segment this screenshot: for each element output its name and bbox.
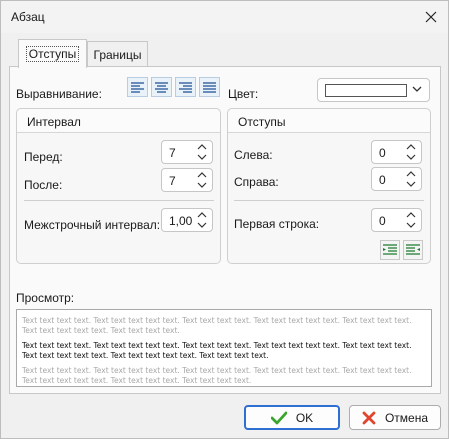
divider (24, 200, 214, 201)
first-line-label: Первая строка: (234, 217, 320, 231)
increase-indent-button[interactable] (403, 240, 423, 260)
right-indent-value: 0 (379, 173, 386, 187)
indent-group: Отступы Слева: 0 Справа: 0 Первая строка… (227, 108, 431, 264)
indent-group-header: Отступы (228, 109, 430, 133)
align-left-button[interactable] (127, 77, 148, 97)
cancel-cross-icon (362, 411, 376, 424)
after-value: 7 (169, 174, 176, 188)
spin-arrows-icon[interactable] (405, 170, 417, 188)
close-icon (425, 11, 437, 23)
spin-arrows-icon[interactable] (196, 171, 208, 189)
align-justify-icon (203, 81, 216, 93)
align-center-icon (155, 81, 168, 93)
preview-after-text: Text text text text. Text text text text… (22, 366, 412, 385)
preview-box: Text text text text. Text text text text… (16, 309, 432, 387)
divider (234, 200, 424, 201)
interval-group-header: Интервал (17, 109, 220, 133)
first-line-spinner[interactable]: 0 (371, 208, 422, 232)
interval-group: Интервал Перед: 7 После: 7 Межстрочный и… (16, 108, 221, 264)
left-indent-value: 0 (379, 146, 386, 160)
spin-arrows-icon[interactable] (196, 143, 208, 161)
left-indent-label: Слева: (234, 148, 273, 162)
line-spacing-value: 1,00 (169, 214, 193, 228)
right-indent-spinner[interactable]: 0 (371, 167, 422, 191)
alignment-label: Выравнивание: (16, 87, 102, 101)
tab-indents-label: Отступы (25, 46, 80, 62)
align-justify-button[interactable] (199, 77, 220, 97)
spin-arrows-icon[interactable] (405, 143, 417, 161)
color-label: Цвет: (228, 87, 259, 101)
tab-borders[interactable]: Границы (87, 41, 148, 67)
cancel-button-label: Отмена (384, 410, 429, 425)
spin-arrows-icon[interactable] (196, 211, 208, 229)
align-left-icon (131, 81, 144, 93)
align-right-icon (179, 81, 192, 93)
line-spacing-spinner[interactable]: 1,00 (161, 208, 213, 232)
tab-indents[interactable]: Отступы (18, 39, 87, 68)
decrease-indent-icon (383, 244, 397, 255)
chevron-down-icon (412, 86, 422, 92)
window-title: Абзац (11, 10, 45, 24)
line-spacing-label: Межстрочный интервал: (24, 218, 161, 232)
close-button[interactable] (414, 1, 448, 33)
right-indent-label: Справа: (234, 175, 279, 189)
preview-label: Просмотр: (16, 291, 75, 305)
before-label: Перед: (24, 150, 63, 164)
ok-button[interactable]: OK (244, 405, 340, 430)
after-spinner[interactable]: 7 (161, 168, 213, 192)
left-indent-spinner[interactable]: 0 (371, 140, 422, 164)
interval-group-title: Интервал (27, 115, 81, 129)
first-line-value: 0 (379, 214, 386, 228)
checkmark-icon (270, 411, 287, 424)
align-right-button[interactable] (175, 77, 196, 97)
cancel-button[interactable]: Отмена (349, 405, 441, 430)
color-dropdown[interactable] (317, 78, 430, 102)
spin-arrows-icon[interactable] (405, 211, 417, 229)
after-label: После: (24, 178, 63, 192)
title-bar: Абзац (1, 1, 448, 33)
ok-button-label: OK (295, 410, 314, 425)
align-center-button[interactable] (151, 77, 172, 97)
increase-indent-icon (406, 244, 420, 255)
color-swatch (325, 84, 407, 97)
paragraph-dialog: Абзац Отступы Границы Выравнивание: Цвет… (0, 0, 449, 439)
indent-group-title: Отступы (238, 115, 286, 129)
before-value: 7 (169, 146, 176, 160)
preview-before-text: Text text text text. Text text text text… (22, 316, 412, 335)
tab-borders-label: Границы (93, 47, 142, 62)
preview-main-text: Text text text text. Text text text text… (22, 341, 412, 360)
before-spinner[interactable]: 7 (161, 140, 213, 164)
decrease-indent-button[interactable] (380, 240, 400, 260)
